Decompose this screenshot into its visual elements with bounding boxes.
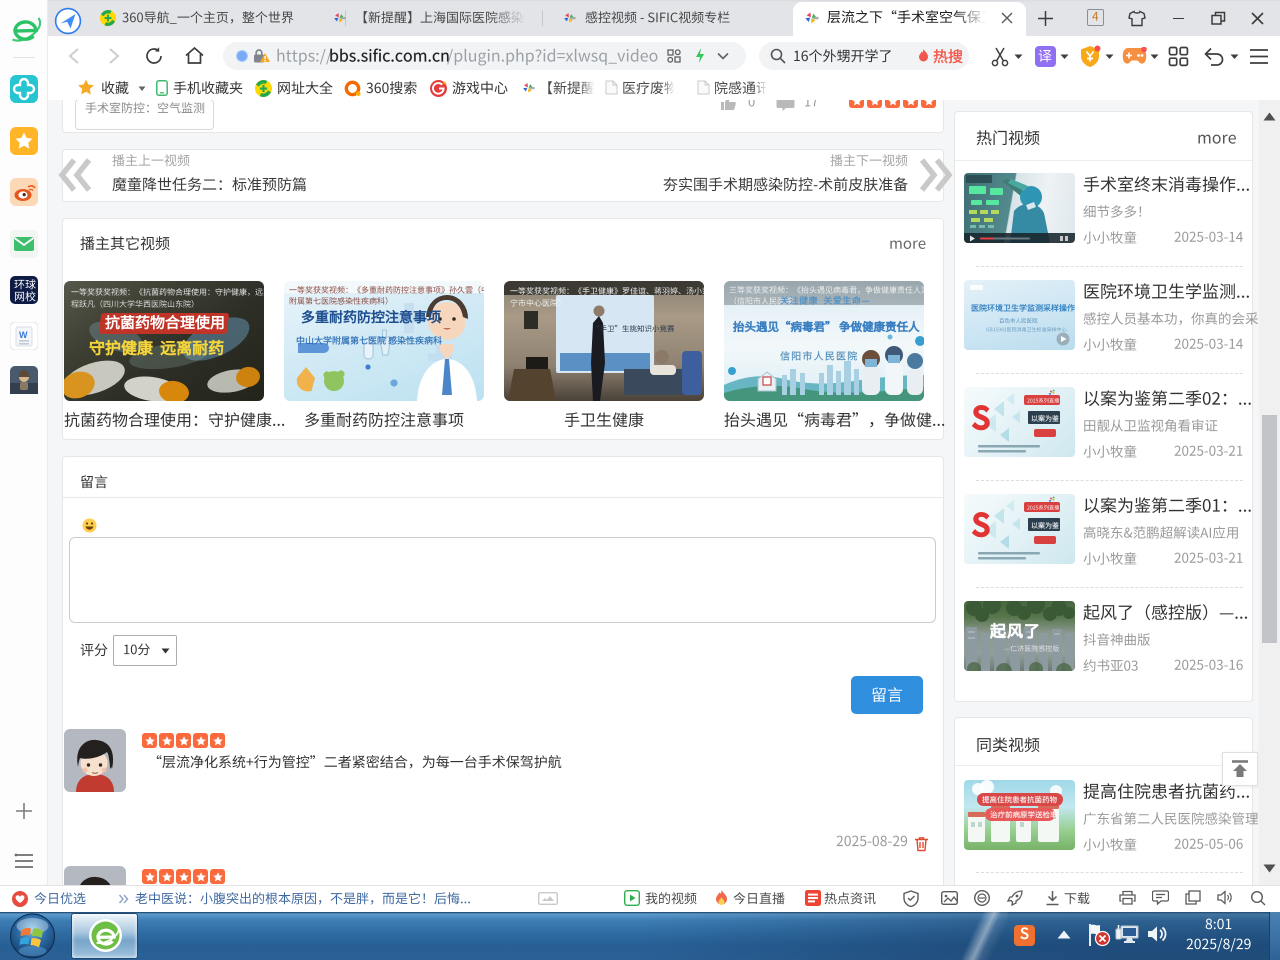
svg-text:W: W	[19, 330, 28, 340]
